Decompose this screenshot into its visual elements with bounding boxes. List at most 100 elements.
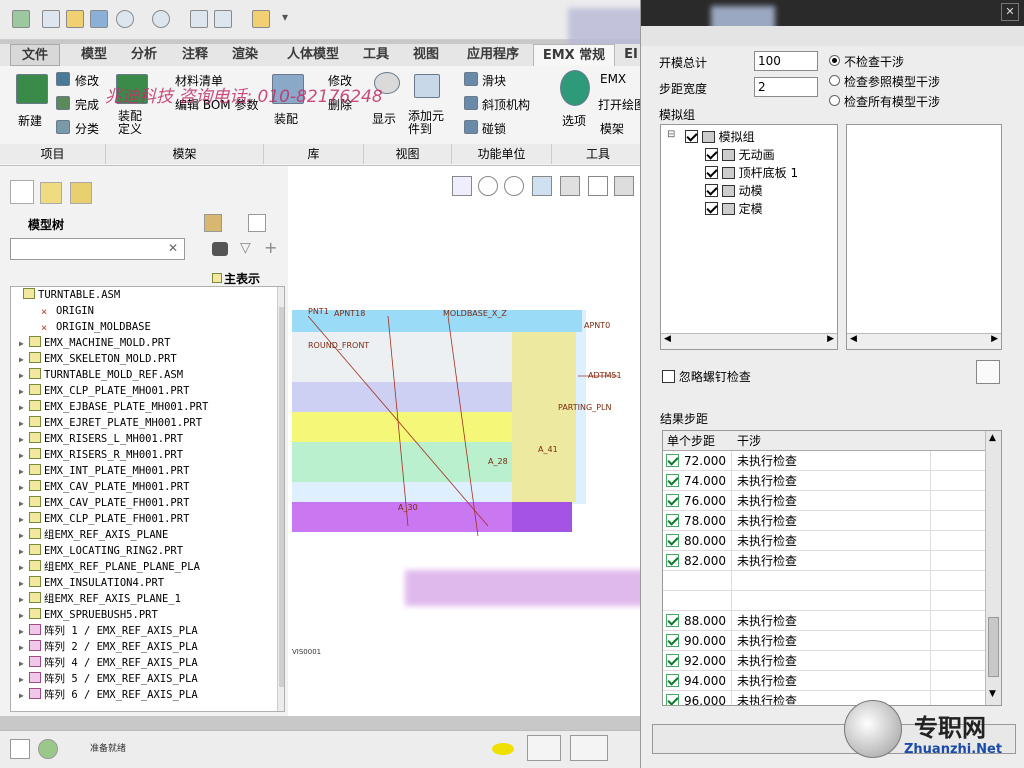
tab-tools[interactable]: 工具 — [355, 44, 397, 66]
expand-arrow-icon[interactable]: ▶ — [19, 448, 29, 464]
expand-arrow-icon[interactable]: ▶ — [19, 576, 29, 592]
add-component-label[interactable]: 添加元件到 — [408, 110, 448, 136]
expand-arrow-icon[interactable]: ▶ — [19, 368, 29, 384]
folder-browser-tab-icon[interactable] — [40, 182, 62, 204]
row-checkbox[interactable] — [666, 534, 679, 547]
table-row[interactable]: 94.000 未执行检查 — [663, 671, 985, 691]
table-row[interactable]: 92.000 未执行检查 — [663, 651, 985, 671]
model-tree-tab-icon[interactable] — [10, 180, 34, 204]
modify-label[interactable]: 修改 — [75, 72, 99, 89]
browser-toggle-icon[interactable] — [38, 739, 58, 759]
scroll-left-icon[interactable]: ◀ — [850, 334, 857, 344]
sim-tree-item[interactable]: 无动画 — [705, 146, 775, 163]
tab-manikin[interactable]: 人体模型 — [278, 44, 348, 66]
expand-arrow-icon[interactable]: ▶ — [19, 528, 29, 544]
emx-options-icon[interactable] — [560, 70, 590, 106]
tree-item[interactable]: ▶ 组EMX_REF_AXIS_PLANE — [19, 527, 168, 543]
sim-tree-hscrollbar[interactable]: ◀ ▶ — [661, 333, 837, 349]
lifter-icon[interactable] — [464, 96, 478, 110]
expand-arrow-icon[interactable]: ▶ — [19, 432, 29, 448]
tab-view[interactable]: 视图 — [405, 44, 447, 66]
filter-icon[interactable]: ▽ — [240, 240, 251, 256]
row-checkbox[interactable] — [666, 454, 679, 467]
checkbox[interactable] — [705, 202, 718, 215]
radio-check-all-label[interactable]: 检查所有模型干涉 — [844, 93, 940, 110]
expand-arrow-icon[interactable]: ▶ — [19, 480, 29, 496]
expand-arrow-icon[interactable]: ▶ — [19, 352, 29, 368]
detail-hscrollbar[interactable]: ◀ ▶ — [847, 333, 1001, 349]
group-tools[interactable]: 工具 — [552, 144, 645, 164]
expand-arrow-icon[interactable]: ▶ — [19, 512, 29, 528]
latch-icon[interactable] — [464, 120, 478, 134]
expand-arrow-icon[interactable]: ▶ — [19, 592, 29, 608]
close-icon[interactable]: ✕ — [1001, 3, 1019, 21]
tree-item[interactable]: ▶ EMX_MACHINE_MOLD.PRT — [19, 335, 170, 351]
scroll-up-icon[interactable]: ▲ — [989, 433, 996, 443]
checkbox[interactable] — [705, 166, 718, 179]
radio-no-check-label[interactable]: 不检查干涉 — [844, 53, 904, 70]
radio-check-reference[interactable] — [829, 75, 840, 86]
row-checkbox[interactable] — [666, 554, 679, 567]
options-label[interactable]: 选项 — [562, 112, 586, 129]
sim-tree-item[interactable]: 顶杆底板 1 — [705, 164, 798, 181]
slider-label[interactable]: 滑块 — [482, 72, 506, 89]
results-scrollbar[interactable]: ▲ ▼ — [985, 431, 1001, 705]
tab-emx-general[interactable]: EMX 常规 — [533, 44, 615, 66]
tab-model[interactable]: 模型 — [72, 44, 116, 66]
expand-arrow-icon[interactable]: ▶ — [19, 544, 29, 560]
sim-tree-item[interactable]: 定模 — [705, 200, 763, 217]
tab-emx-more[interactable]: EI — [620, 44, 642, 66]
clear-search-icon[interactable]: ✕ — [168, 241, 178, 255]
table-row[interactable] — [663, 571, 985, 591]
row-checkbox[interactable] — [666, 674, 679, 687]
expand-arrow-icon[interactable]: ▶ — [19, 496, 29, 512]
tree-item[interactable]: ▶ EMX_INSULATION4.PRT — [19, 575, 164, 591]
table-row[interactable]: 72.000 未执行检查 — [663, 451, 985, 471]
tree-item[interactable]: ▶ EMX_RISERS_L_MH001.PRT — [19, 431, 183, 447]
tree-item[interactable]: ▶ 阵列 5 / EMX_REF_AXIS_PLA — [19, 671, 198, 687]
customize-dropdown-icon[interactable]: ▾ — [282, 10, 292, 28]
tree-item[interactable]: ▶ EMX_INT_PLATE_MH001.PRT — [19, 463, 189, 479]
group-moldbase[interactable]: 模架 — [106, 144, 264, 164]
expand-arrow-icon[interactable]: ▶ — [19, 336, 29, 352]
mold-model-3d[interactable]: PNT1 APNT18 MOLDBASE_X_Z APNT0 ADTM51 PA… — [288, 166, 645, 716]
moldbase-label[interactable]: 模架 — [600, 120, 624, 137]
table-row[interactable]: 74.000 未执行检查 — [663, 471, 985, 491]
tree-item[interactable]: ▶ TURNTABLE_MOLD_REF.ASM — [19, 367, 183, 383]
tree-item[interactable]: ▶ 阵列 6 / EMX_REF_AXIS_PLA — [19, 687, 198, 703]
expand-arrow-icon[interactable]: ▶ — [19, 464, 29, 480]
expand-arrow-icon[interactable]: ▶ — [19, 640, 29, 656]
step-width-input[interactable]: 2 — [754, 77, 818, 97]
expand-arrow-icon[interactable]: ▶ — [19, 384, 29, 400]
folder-icon[interactable] — [252, 10, 270, 28]
graphics-window[interactable]: PNT1 APNT18 MOLDBASE_X_Z APNT0 ADTM51 PA… — [288, 166, 645, 716]
group-library[interactable]: 库 — [264, 144, 364, 164]
table-row[interactable]: 96.000 未执行检查 — [663, 691, 985, 705]
tree-toggle-icon[interactable] — [10, 739, 30, 759]
redo-icon[interactable] — [152, 10, 170, 28]
expand-arrow-icon[interactable]: ▶ — [19, 672, 29, 688]
tree-item[interactable]: ▶ 组EMX_REF_AXIS_PLANE_1 — [19, 591, 181, 607]
scroll-left-icon[interactable]: ◀ — [664, 334, 671, 344]
tab-file[interactable]: 文件 — [10, 44, 60, 66]
row-checkbox[interactable] — [666, 474, 679, 487]
new-file-icon[interactable] — [42, 10, 60, 28]
table-row[interactable] — [663, 591, 985, 611]
undo-icon[interactable] — [116, 10, 134, 28]
expand-arrow-icon[interactable]: ▶ — [19, 624, 29, 640]
table-row[interactable]: 88.000 未执行检查 — [663, 611, 985, 631]
new-project-icon[interactable] — [16, 74, 48, 104]
tree-item[interactable]: ▶ EMX_RISERS_R_MH001.PRT — [19, 447, 183, 463]
windows-icon[interactable] — [214, 10, 232, 28]
tree-item[interactable]: ▶ 阵列 4 / EMX_REF_AXIS_PLA — [19, 655, 198, 671]
tree-columns-icon[interactable] — [248, 214, 266, 232]
row-checkbox[interactable] — [666, 614, 679, 627]
checkbox[interactable] — [705, 148, 718, 161]
tree-item[interactable]: ▶ EMX_CLP_PLATE_MHO01.PRT — [19, 383, 189, 399]
tree-item[interactable]: ▶ EMX_CAV_PLATE_MH001.PRT — [19, 479, 189, 495]
row-checkbox[interactable] — [666, 634, 679, 647]
tree-item[interactable]: ▶ EMX_EJRET_PLATE_MH001.PRT — [19, 415, 202, 431]
tree-search-input[interactable]: ✕ — [10, 238, 185, 260]
add-icon[interactable]: + — [264, 238, 277, 257]
checkbox[interactable] — [685, 130, 698, 143]
